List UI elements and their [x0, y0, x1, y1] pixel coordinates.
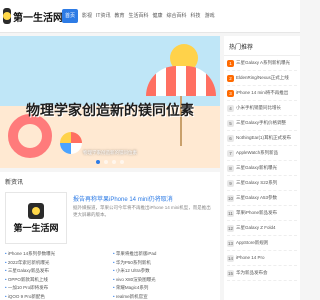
- rank-badge: 8: [227, 165, 234, 172]
- hot-item-label: NothingEar(1)耳机正式发布: [236, 135, 292, 140]
- hot-item[interactable]: 13 AppStore新规则: [227, 236, 297, 251]
- hot-item[interactable]: 2 EldenRing/Nexus正式上线: [227, 71, 297, 86]
- hot-item[interactable]: 9 三星Galaxy S22系列: [227, 176, 297, 191]
- hot-item[interactable]: 10 三星Galaxy A53参数: [227, 191, 297, 206]
- nav-item-0[interactable]: 首页: [62, 9, 79, 23]
- hot-item[interactable]: 4 小米手机销量同比增长: [227, 101, 297, 116]
- hot-item-label: 三星Galaxy Z Fold4: [236, 225, 276, 230]
- hot-item-label: iPhone 14 mini将不再推出: [236, 90, 289, 95]
- hero-subtitle: 物理学家创造新的镁同位素: [83, 150, 137, 155]
- nav-item-1[interactable]: 影视: [82, 9, 92, 23]
- hot-item[interactable]: 3 iPhone 14 mini将不再推出: [227, 86, 297, 101]
- hot-item-label: 三星Galaxy新机曝光: [236, 165, 278, 170]
- news-list-item[interactable]: vivo X80渲染图曝光: [113, 276, 215, 285]
- nav-item-3[interactable]: 教育: [114, 9, 124, 23]
- slide-dots: [0, 160, 220, 164]
- news-title: 新资讯: [5, 180, 24, 186]
- nav-item-8[interactable]: 游戏: [205, 9, 215, 23]
- hot-list: 1 三星Galaxy A系列新机曝光 2 EldenRing/Nexus正式上线 3 iP…: [224, 56, 300, 281]
- hot-item-label: EldenRing/Nexus正式上线: [236, 75, 289, 80]
- news-panel: 新资讯 第一生活网 报告再称苹果iPhone 14 mini仍将取消 据外媒报道…: [0, 172, 220, 300]
- hot-item[interactable]: 12 三星Galaxy Z Fold4: [227, 221, 297, 236]
- featured-description: 据外媒报道，苹果公司今年将不再推出iPhone 14 mini机型，而是推出更大…: [73, 205, 211, 217]
- logo-icon: [28, 202, 44, 219]
- hot-item[interactable]: 14 iPhone 14 Pro: [227, 251, 297, 266]
- news-list-item[interactable]: iQOO 9 Pro新配色: [5, 293, 107, 300]
- rank-badge: 5: [227, 120, 234, 127]
- rank-badge: 13: [227, 240, 234, 247]
- featured-article[interactable]: 第一生活网 报告再称苹果iPhone 14 mini仍将取消 据外媒报道，苹果公…: [5, 190, 215, 244]
- news-list-item[interactable]: 三星Galaxy新品发布: [5, 267, 107, 276]
- slide-dot[interactable]: [112, 160, 116, 164]
- rank-badge: 3: [227, 90, 234, 97]
- rank-badge: 12: [227, 225, 234, 232]
- hot-item-label: 三星Galaxy A系列新机曝光: [236, 60, 291, 65]
- nav-item-7[interactable]: 科技: [191, 9, 201, 23]
- slide-dot[interactable]: [96, 160, 100, 164]
- hot-item-label: 苹果iPhone新品发布: [236, 210, 278, 215]
- slide-dot[interactable]: [120, 160, 124, 164]
- rank-badge: 2: [227, 75, 234, 82]
- rank-badge: 14: [227, 255, 234, 262]
- rank-badge: 1: [227, 60, 234, 67]
- rank-badge: 11: [227, 210, 234, 217]
- hot-title: 热门推荐: [224, 36, 300, 56]
- hot-recommend-panel: 热门推荐 1 三星Galaxy A系列新机曝光 2 EldenRing/Nexus正式…: [224, 36, 300, 300]
- news-list-item[interactable]: 苹果将推出新版iPad: [113, 250, 215, 259]
- hot-item-label: 三星Galaxy A53参数: [236, 195, 278, 200]
- hot-item[interactable]: 5 三星Galaxy手机价格调整: [227, 116, 297, 131]
- hot-item[interactable]: 15 华为新品发布会: [227, 266, 297, 281]
- news-list-item[interactable]: OPPO新款耳机上线: [5, 276, 107, 285]
- thumbnail-text: 第一生活网: [13, 223, 59, 234]
- hot-item[interactable]: 6 NothingEar(1)耳机正式发布: [227, 131, 297, 146]
- news-list-item[interactable]: 华为P50系列新机: [113, 259, 215, 268]
- hot-item-label: iPhone 14 Pro: [236, 255, 265, 260]
- news-list-item[interactable]: 2022年索尼新机曝光: [5, 259, 107, 268]
- hot-item[interactable]: 11 苹果iPhone新品发布: [227, 206, 297, 221]
- hero-banner[interactable]: 物理学家创造新的镁同位素 物理学家创造新的镁同位素: [0, 36, 220, 168]
- logo-text: 第一生活网: [13, 12, 63, 24]
- hot-item-label: 三星Galaxy手机价格调整: [236, 120, 287, 125]
- site-header: 第一生活网 首页 影视 IT资讯 教育 生活百科 健康 综合百科 科技 游戏: [0, 0, 300, 33]
- nav-item-5[interactable]: 健康: [153, 9, 163, 23]
- nav-item-2[interactable]: IT资讯: [96, 9, 110, 23]
- hot-item[interactable]: 8 三星Galaxy新机曝光: [227, 161, 297, 176]
- rank-badge: 6: [227, 135, 234, 142]
- hot-item-label: AppleWatch系列新品: [236, 150, 279, 155]
- featured-thumbnail[interactable]: 第一生活网: [5, 192, 67, 244]
- main-nav: 首页 影视 IT资讯 教育 生活百科 健康 综合百科 科技 游戏: [62, 9, 298, 23]
- news-list-item[interactable]: iPhone 14系列参数曝光: [5, 250, 107, 259]
- news-list-item[interactable]: 一加10 Pro即将发布: [5, 284, 107, 293]
- news-list-item[interactable]: realme新机官宣: [113, 293, 215, 300]
- featured-title[interactable]: 报告再称苹果iPhone 14 mini仍将取消: [73, 194, 215, 203]
- rank-badge: 15: [227, 270, 234, 277]
- hot-item-label: 小米手机销量同比增长: [236, 105, 281, 110]
- hot-item[interactable]: 7 AppleWatch系列新品: [227, 146, 297, 161]
- hero-title[interactable]: 物理学家创造新的镁同位素: [0, 100, 220, 120]
- logo-icon: [3, 8, 11, 24]
- rank-badge: 4: [227, 105, 234, 112]
- nav-item-6[interactable]: 综合百科: [167, 9, 187, 23]
- site-logo[interactable]: 第一生活网: [3, 5, 63, 27]
- rank-badge: 10: [227, 195, 234, 202]
- news-list-item[interactable]: 小米12 Ultra参数: [113, 267, 215, 276]
- hot-item[interactable]: 1 三星Galaxy A系列新机曝光: [227, 56, 297, 71]
- nav-item-4[interactable]: 生活百科: [129, 9, 149, 23]
- rank-badge: 9: [227, 180, 234, 187]
- news-list: iPhone 14系列参数曝光苹果将推出新版iPad 2022年索尼新机曝光华为P…: [5, 250, 215, 300]
- hot-item-label: 华为新品发布会: [236, 270, 268, 275]
- news-list-item[interactable]: 荣耀Magic4系列: [113, 284, 215, 293]
- slide-dot[interactable]: [104, 160, 108, 164]
- rank-badge: 7: [227, 150, 234, 157]
- hot-item-label: 三星Galaxy S22系列: [236, 180, 278, 185]
- hot-item-label: AppStore新规则: [236, 240, 269, 245]
